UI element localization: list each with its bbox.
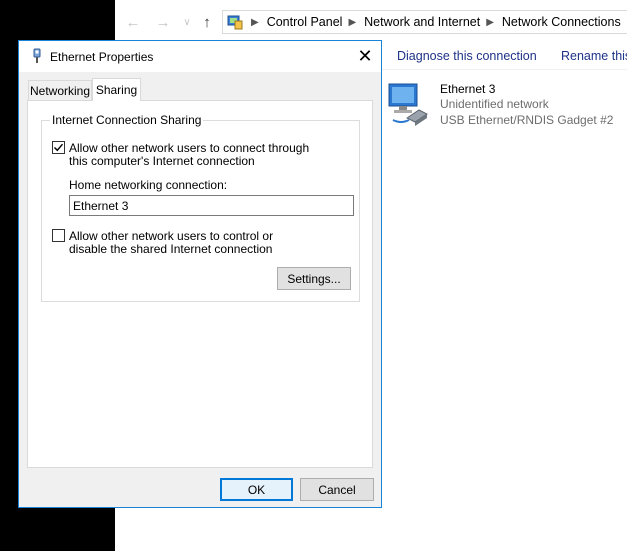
control-panel-icon [227,15,243,30]
breadcrumb-separator-icon: ▶ [251,16,259,28]
back-arrow-icon[interactable]: ← [123,12,143,32]
connection-name: Ethernet 3 [440,82,496,96]
address-bar[interactable]: ▶ Control Panel ▶ Network and Internet ▶… [222,10,627,34]
home-networking-input[interactable] [69,195,354,216]
allow-control-checkbox[interactable] [52,229,65,242]
cancel-button[interactable]: Cancel [300,478,374,501]
settings-button[interactable]: Settings... [277,267,351,290]
ethernet-plug-icon [33,48,41,63]
ethernet-properties-dialog: Ethernet Properties ✕ Networking Sharing… [18,40,382,508]
tab-sharing[interactable]: Sharing [92,78,141,101]
breadcrumb-network-connections[interactable]: Network Connections [502,15,621,29]
breadcrumb-network-and-internet[interactable]: Network and Internet [364,15,480,29]
navigation-bar: ← → ∨ ↑ ▶ Control Panel ▶ Network and In… [115,0,627,40]
close-icon[interactable]: ✕ [349,41,381,72]
checkmark-icon [54,143,64,152]
connection-item-ethernet-3[interactable]: Ethernet 3 Unidentified network USB Ethe… [385,80,627,130]
allow-control-label: Allow other network users to control or … [69,229,274,256]
forward-arrow-icon[interactable]: → [153,12,173,32]
breadcrumb-separator-icon: ▶ [486,16,494,28]
ok-button[interactable]: OK [220,478,293,501]
recent-locations-chevron-icon[interactable]: ∨ [177,12,197,32]
allow-connect-label: Allow other network users to connect thr… [69,141,310,168]
tab-networking[interactable]: Networking [28,80,92,100]
ics-group-label: Internet Connection Sharing [50,113,204,127]
home-networking-label: Home networking connection: [69,178,228,192]
diagnose-connection-button[interactable]: Diagnose this connection [397,49,537,63]
connection-status: Unidentified network [440,97,549,111]
up-arrow-icon[interactable]: ↑ [197,12,217,32]
allow-connect-checkbox[interactable] [52,141,65,154]
rename-connection-button[interactable]: Rename this [561,49,627,63]
breadcrumb-separator-icon: ▶ [348,16,357,28]
dialog-titlebar[interactable]: Ethernet Properties ✕ [19,41,381,72]
ics-groupbox: Internet Connection Sharing Allow other … [41,113,360,302]
network-adapter-icon [388,83,428,126]
breadcrumb-control-panel[interactable]: Control Panel [267,15,343,29]
dialog-title: Ethernet Properties [50,50,154,64]
sharing-tab-panel: Internet Connection Sharing Allow other … [27,100,373,468]
connection-device: USB Ethernet/RNDIS Gadget #2 [440,113,614,127]
